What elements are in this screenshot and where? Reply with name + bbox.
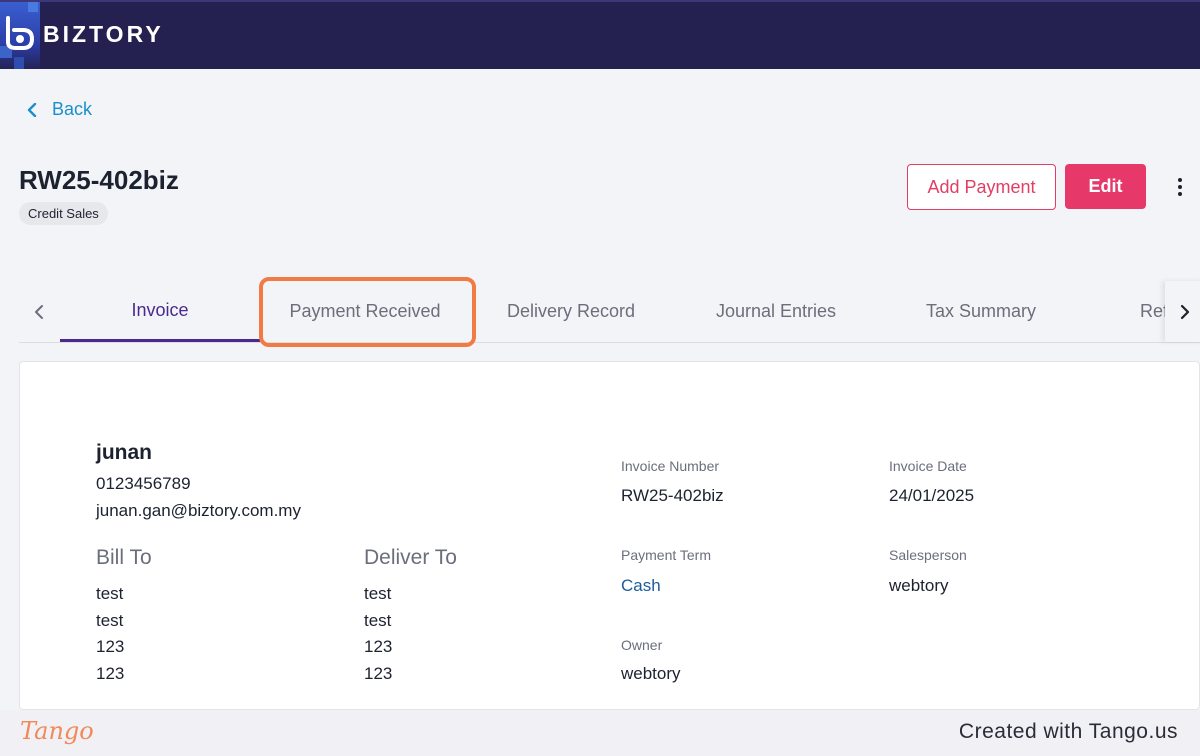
back-label: Back: [52, 99, 93, 119]
chevron-left-icon: [27, 102, 37, 117]
tab-scroll-right-button[interactable]: [1165, 281, 1200, 342]
bill-to-line: test: [96, 584, 124, 603]
payment-term-label: Payment Term: [621, 547, 711, 563]
tab-scroll-left-button[interactable]: [19, 281, 59, 342]
bill-to-line: 123: [96, 664, 125, 683]
tab-delivery-record[interactable]: Delivery Record: [471, 281, 671, 342]
deliver-to-heading: Deliver To: [364, 546, 457, 569]
top-navigation-bar: BIZTORY: [0, 0, 1200, 69]
tango-logo: Tango: [20, 717, 94, 745]
kebab-menu-icon[interactable]: [1170, 175, 1190, 199]
invoice-number-label: Invoice Number: [621, 458, 720, 474]
edit-button[interactable]: Edit: [1065, 164, 1146, 209]
owner-label: Owner: [621, 637, 663, 653]
created-with-text: Created with Tango.us: [958, 720, 1178, 743]
customer-name: junan: [96, 441, 152, 464]
brand-name: BIZTORY: [43, 21, 164, 47]
tab-invoice[interactable]: Invoice: [60, 281, 260, 342]
invoice-date-label: Invoice Date: [889, 458, 967, 474]
status-badge: Credit Sales: [19, 202, 108, 225]
bill-to-line: test: [96, 611, 124, 630]
tabs-viewport: Invoice Payment Received Delivery Record…: [59, 281, 1165, 342]
owner-value: webtory: [621, 664, 681, 683]
back-link[interactable]: Back: [26, 99, 92, 120]
payment-term-value: Cash: [621, 576, 661, 595]
add-payment-button[interactable]: Add Payment: [907, 164, 1056, 210]
invoice-date-value: 24/01/2025: [889, 486, 975, 505]
tab-tax-summary[interactable]: Tax Summary: [881, 281, 1081, 342]
tab-journal-entries[interactable]: Journal Entries: [676, 281, 876, 342]
deliver-to-line: test: [364, 611, 392, 630]
deliver-to-line: test: [364, 584, 392, 603]
bill-to-heading: Bill To: [96, 546, 152, 569]
chevron-left-icon: [35, 304, 43, 319]
deliver-to-line: 123: [364, 664, 393, 683]
step-highlight-box: [259, 277, 476, 347]
tab-references[interactable]: References: [1086, 281, 1165, 342]
tab-bar: Invoice Payment Received Delivery Record…: [19, 281, 1200, 343]
biztory-logo-icon[interactable]: [0, 2, 40, 69]
invoice-card: [19, 361, 1200, 710]
deliver-to-line: 123: [364, 637, 393, 656]
page-title: RW25-402biz: [19, 165, 179, 195]
bill-to-line: 123: [96, 637, 125, 656]
chevron-right-icon: [1180, 304, 1190, 319]
salesperson-value: webtory: [889, 576, 949, 595]
invoice-number-value: RW25-402biz: [621, 486, 724, 505]
customer-phone: 0123456789: [96, 474, 191, 493]
salesperson-label: Salesperson: [889, 547, 967, 563]
customer-email: junan.gan@biztory.com.my: [96, 501, 301, 520]
